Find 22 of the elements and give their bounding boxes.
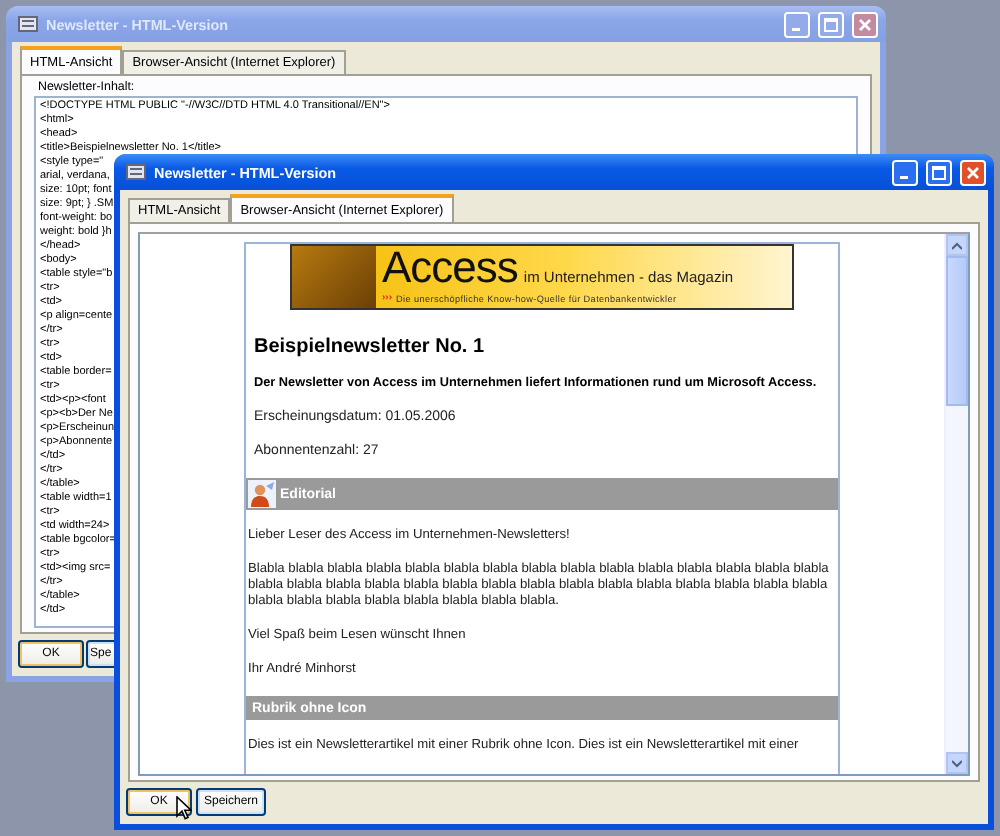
maximize-button[interactable] bbox=[818, 11, 844, 37]
close-button[interactable] bbox=[960, 159, 986, 185]
scroll-down-button[interactable] bbox=[946, 752, 968, 774]
person-icon bbox=[248, 480, 276, 508]
maximize-button[interactable] bbox=[926, 159, 952, 185]
window-icon bbox=[18, 16, 38, 32]
banner-title: Access bbox=[382, 246, 518, 290]
minimize-button[interactable] bbox=[784, 11, 810, 37]
close-button[interactable] bbox=[852, 11, 878, 37]
close-icon bbox=[858, 17, 872, 31]
scroll-up-button[interactable] bbox=[946, 234, 968, 256]
newsletter-heading: Beispielnewsletter No. 1 bbox=[254, 336, 485, 358]
minimize-button[interactable] bbox=[892, 159, 918, 185]
maximize-icon bbox=[932, 165, 946, 179]
scroll-thumb[interactable] bbox=[946, 256, 968, 406]
cursor-icon bbox=[176, 796, 192, 820]
photo-placeholder bbox=[292, 246, 376, 308]
caret-down-icon bbox=[952, 759, 962, 767]
close-icon bbox=[966, 165, 980, 179]
caret-up-icon bbox=[952, 241, 962, 249]
maximize-icon bbox=[824, 17, 838, 31]
window-icon bbox=[126, 164, 146, 180]
